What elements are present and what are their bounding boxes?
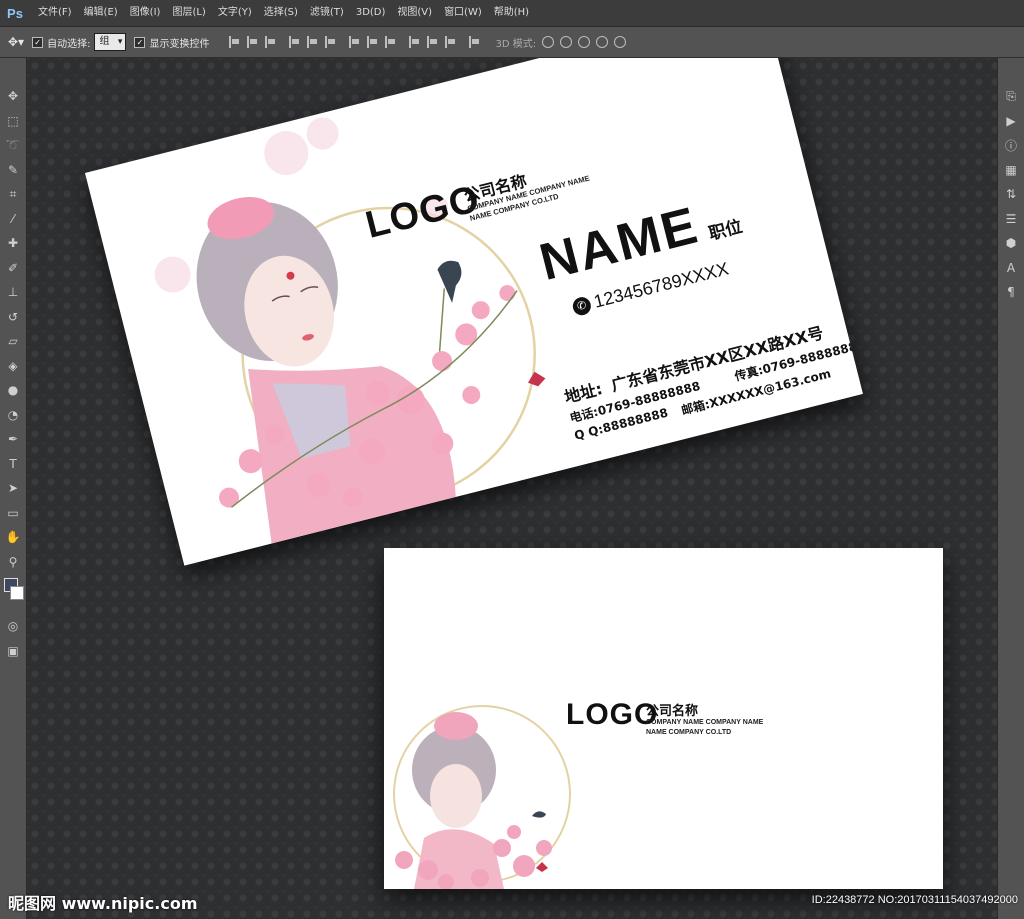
back-company-en-line2: NAME COMPANY CO.LTD [646, 729, 732, 736]
align-vcenter-icon[interactable] [247, 36, 259, 48]
menu-3d[interactable]: 3D(D) [350, 0, 392, 26]
swatches-panel-icon[interactable]: ▦ [998, 158, 1024, 183]
pen-tool-icon[interactable]: ✒ [0, 427, 26, 452]
actions-panel-icon[interactable]: ▶ [998, 109, 1024, 134]
healing-brush-tool-icon[interactable]: ✚ [0, 231, 26, 256]
history-panel-icon[interactable]: ⎘ [998, 84, 1024, 109]
auto-select-label: 自动选择: [47, 38, 91, 50]
menu-file[interactable]: 文件(F) [32, 0, 78, 26]
dodge-tool-icon[interactable]: ◔ [0, 403, 26, 428]
distribute-vcenter-icon[interactable] [367, 36, 379, 48]
menu-filter[interactable]: 滤镜(T) [304, 0, 350, 26]
slide-3d-icon[interactable] [596, 36, 609, 48]
info-panel-icon[interactable]: ⓘ [998, 133, 1024, 158]
align-right-icon[interactable] [325, 36, 337, 48]
zoom-tool-icon[interactable]: ⚲ [0, 550, 26, 575]
tools-panel: ✥ ⬚ ➰ ✎ ⌗ ⁄ ✚ ✐ ⊥ ↺ ▱ ◈ ● ◔ ✒ T ➤ ▭ ✋ ⚲ … [0, 58, 27, 919]
distribute-right-icon[interactable] [445, 36, 457, 48]
auto-align-icon[interactable] [469, 36, 481, 48]
menu-view[interactable]: 视图(V) [391, 0, 438, 26]
back-company-en-line1: COMPANY NAME COMPANY NAME [646, 719, 764, 726]
align-hcenter-icon[interactable] [307, 36, 319, 48]
menu-select[interactable]: 选择(S) [258, 0, 304, 26]
menu-bar: Ps 文件(F) 编辑(E) 图像(I) 图层(L) 文字(Y) 选择(S) 滤… [0, 0, 1024, 27]
menu-window[interactable]: 窗口(W) [438, 0, 488, 26]
auto-select-dropdown[interactable]: 组 [94, 33, 127, 51]
path-select-tool-icon[interactable]: ➤ [0, 476, 26, 501]
checkmark-icon: ✓ [32, 36, 44, 48]
rotate-3d-icon[interactable] [542, 36, 555, 48]
distribute-top-icon[interactable] [349, 36, 361, 48]
distribute-bottom-icon[interactable] [385, 36, 397, 48]
eyedropper-tool-icon[interactable]: ⁄ [0, 207, 26, 232]
phone-icon: ✆ [570, 294, 593, 317]
site-watermark: 昵图网 www.nipic.com [8, 894, 198, 913]
business-card-back: LOGO 公司名称 COMPANY NAME COMPANY NAME NAME… [384, 548, 943, 889]
rectangle-tool-icon[interactable]: ▭ [0, 501, 26, 526]
menu-type[interactable]: 文字(Y) [212, 0, 258, 26]
auto-select-checkbox[interactable]: ✓ 自动选择: [32, 35, 90, 50]
align-left-icon[interactable] [289, 36, 301, 48]
back-company-cn: 公司名称 [646, 704, 699, 719]
brush-tool-icon[interactable]: ✐ [0, 256, 26, 281]
business-card-front: LOGO 公司名称 COMPANY NAME COMPANY NAME NAME… [85, 58, 863, 566]
front-card-artwork [154, 117, 546, 544]
align-top-icon[interactable] [229, 36, 241, 48]
move-tool-icon[interactable]: ✥▾ [8, 35, 24, 49]
screen-mode-icon[interactable]: ▣ [0, 639, 26, 664]
quick-select-tool-icon[interactable]: ✎ [0, 158, 26, 183]
mode-3d-label: 3D 模式: [495, 38, 537, 50]
move-tool-icon[interactable]: ✥ [0, 84, 26, 109]
distribute-hcenter-icon[interactable] [427, 36, 439, 48]
menu-edit[interactable]: 编辑(E) [78, 0, 124, 26]
show-transform-checkbox[interactable]: ✓ 显示变换控件 [134, 35, 209, 50]
clone-stamp-tool-icon[interactable]: ⊥ [0, 280, 26, 305]
adjustments-panel-icon[interactable]: ⇅ [998, 182, 1024, 207]
distribute-left-icon[interactable] [409, 36, 421, 48]
paragraph-panel-icon[interactable]: ¶ [998, 280, 1024, 305]
quick-mask-icon[interactable]: ◎ [0, 614, 26, 639]
crop-tool-icon[interactable]: ⌗ [0, 182, 26, 207]
marquee-tool-icon[interactable]: ⬚ [0, 109, 26, 134]
blur-tool-icon[interactable]: ● [0, 378, 26, 403]
image-id-watermark: ID:22438772 NO:20170311154037492000 [811, 894, 1018, 906]
menu-layer[interactable]: 图层(L) [166, 0, 211, 26]
scale-3d-icon[interactable] [614, 36, 627, 48]
menu-help[interactable]: 帮助(H) [488, 0, 535, 26]
photoshop-logo: Ps [7, 5, 23, 21]
history-brush-tool-icon[interactable]: ↺ [0, 305, 26, 330]
eraser-tool-icon[interactable]: ▱ [0, 329, 26, 354]
3d-panel-icon[interactable]: ⬢ [998, 231, 1024, 256]
show-transform-label: 显示变换控件 [149, 38, 210, 50]
properties-panel-icon[interactable]: ☰ [998, 207, 1024, 232]
type-tool-icon[interactable]: T [0, 452, 26, 477]
roll-3d-icon[interactable] [560, 36, 573, 48]
hand-tool-icon[interactable]: ✋ [0, 525, 26, 550]
lasso-tool-icon[interactable]: ➰ [0, 133, 26, 158]
paint-bucket-tool-icon[interactable]: ◈ [0, 354, 26, 379]
color-swatches-icon[interactable] [0, 574, 26, 614]
document-canvas[interactable]: LOGO 公司名称 COMPANY NAME COMPANY NAME NAME… [27, 58, 997, 919]
back-logo: LOGO [566, 698, 659, 731]
align-bottom-icon[interactable] [265, 36, 277, 48]
drag-3d-icon[interactable] [578, 36, 591, 48]
menu-image[interactable]: 图像(I) [124, 0, 167, 26]
panel-dock: ⎘ ▶ ⓘ ▦ ⇅ ☰ ⬢ A ¶ [997, 58, 1024, 919]
checkmark-icon: ✓ [134, 36, 146, 48]
options-bar: ✥▾ ✓ 自动选择: 组 ✓ 显示变换控件 3D 模式: [0, 27, 1024, 58]
character-panel-icon[interactable]: A [998, 256, 1024, 281]
